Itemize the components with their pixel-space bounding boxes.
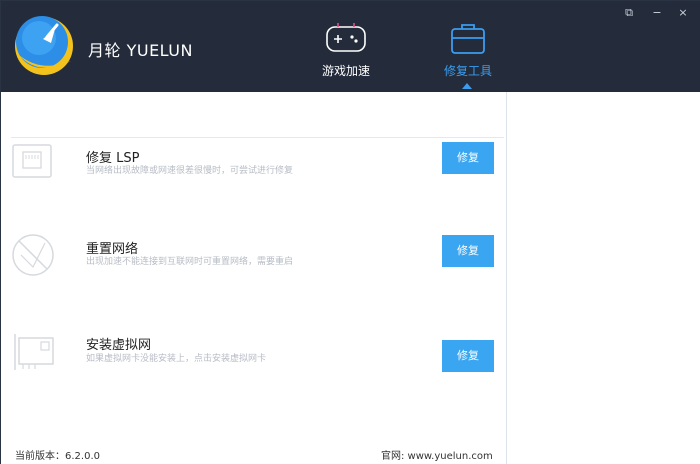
minimize-button[interactable]: −	[649, 6, 665, 20]
version-label: 当前版本：6.2.0.0	[15, 451, 100, 462]
tab-repair-tools-label: 修复工具	[443, 64, 492, 78]
tool-description: 当网络出现故障或网速很差很慢时，可尝试进行修复	[86, 166, 294, 176]
tab-repair-tools[interactable]: 修复工具	[423, 21, 513, 91]
repair-tools-panel: 修复 LSP 当网络出现故障或网速很差很慢时，可尝试进行修复 修复 重置网络 出…	[1, 92, 506, 464]
install-virtual-network-button[interactable]: 修复	[442, 340, 494, 372]
tool-row-reset-network: 重置网络 出现加速不能连接到互联网时可重置网络，需要重启 修复	[1, 230, 506, 290]
divider	[11, 137, 504, 138]
reset-network-button[interactable]: 修复	[442, 235, 494, 267]
virtual-network-card-icon	[14, 334, 54, 370]
tool-row-install-virtual-network: 安装虚拟网 如果虚拟网卡没能安装上，点击安装虚拟网卡 修复	[1, 332, 506, 392]
brand-title: 月轮 YUELUN	[88, 41, 193, 60]
app-window: 月轮 YUELUN 游戏加速 修复工具 ⧉ − × 修复 LSP 当网络出现故障…	[0, 0, 700, 464]
tab-game-acceleration[interactable]: 游戏加速	[301, 21, 391, 91]
tool-row-fix-lsp: 修复 LSP 当网络出现故障或网速很差很慢时，可尝试进行修复 修复	[1, 140, 506, 200]
tool-description: 如果虚拟网卡没能安装上，点击安装虚拟网卡	[86, 354, 267, 364]
toolbox-icon	[451, 24, 485, 54]
active-tab-indicator	[462, 83, 472, 89]
reset-network-icon	[12, 234, 54, 276]
skin-icon[interactable]: ⧉	[621, 6, 637, 20]
gamepad-icon	[326, 23, 366, 52]
fix-lsp-button[interactable]: 修复	[442, 142, 494, 174]
website-link[interactable]: 官网: www.yuelun.com	[381, 447, 493, 462]
close-button[interactable]: ×	[675, 6, 691, 20]
yuelun-logo-icon	[15, 16, 73, 75]
network-port-icon	[12, 144, 52, 178]
tab-game-acceleration-label: 游戏加速	[321, 64, 370, 78]
tool-description: 出现加速不能连接到互联网时可重置网络，需要重启	[86, 257, 294, 267]
side-panel	[506, 92, 700, 464]
header-bar: 月轮 YUELUN 游戏加速 修复工具 ⧉ − ×	[1, 1, 700, 92]
